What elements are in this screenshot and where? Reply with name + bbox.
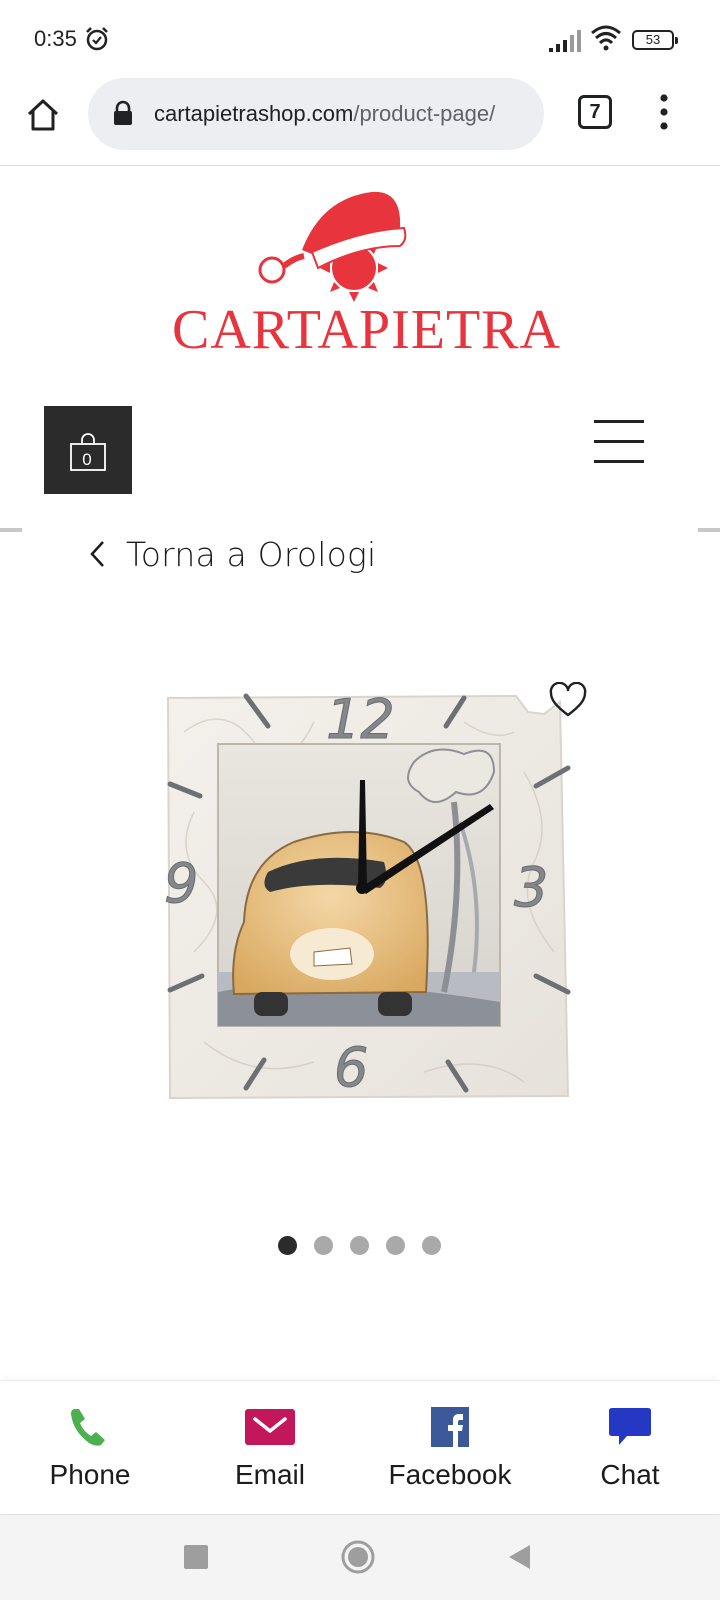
menu-line <box>594 460 644 463</box>
gallery-dot[interactable] <box>350 1236 369 1255</box>
chevron-left-icon <box>90 541 104 567</box>
gallery-dot[interactable] <box>314 1236 333 1255</box>
url-path: /product-page/ <box>353 101 496 126</box>
gallery-dot[interactable] <box>278 1236 297 1255</box>
status-bar: 0:35 53 <box>0 0 720 78</box>
back-link-label: Torna a Orologi <box>126 534 377 574</box>
url-domain: cartapietrashop.com <box>154 101 354 126</box>
menu-line <box>594 440 644 443</box>
signal-icon <box>549 30 581 52</box>
battery-icon: 53 <box>632 30 678 50</box>
phone-icon <box>71 1409 105 1446</box>
email-icon <box>245 1409 295 1445</box>
chat-icon <box>609 1408 651 1445</box>
chat-action[interactable]: Chat <box>540 1405 720 1505</box>
clock-numeral-3: 3 <box>514 856 548 919</box>
facebook-icon <box>431 1407 469 1447</box>
gallery-dot[interactable] <box>422 1236 441 1255</box>
wifi-icon <box>591 25 621 51</box>
status-time: 0:35 <box>34 26 77 51</box>
contact-action-bar: Phone Email Facebook Chat <box>0 1380 720 1512</box>
chat-label: Chat <box>600 1459 660 1490</box>
tab-switcher-button[interactable]: 7 <box>578 95 612 129</box>
facebook-label: Facebook <box>388 1459 512 1490</box>
santa-hat-logo <box>258 191 407 302</box>
home-icon <box>27 99 59 131</box>
clock-numeral-6: 6 <box>334 1036 368 1099</box>
cart-count: 0 <box>82 450 92 469</box>
cart-button[interactable]: 0 <box>44 406 132 494</box>
menu-line <box>594 420 644 423</box>
system-navigation-bar <box>0 1514 720 1600</box>
phone-action[interactable]: Phone <box>0 1405 180 1505</box>
url-text: cartapietrashop.com/product-page/ <box>154 100 540 128</box>
heart-icon[interactable] <box>548 682 588 718</box>
clock-numeral-12: 12 <box>326 692 395 751</box>
hamburger-menu-icon[interactable] <box>594 420 646 468</box>
site-header: CARTAPIETRA 0 <box>0 166 720 526</box>
gallery-pagination <box>278 1236 448 1258</box>
more-vert-icon[interactable] <box>654 92 674 132</box>
phone-label: Phone <box>49 1459 131 1490</box>
back-triangle-icon[interactable] <box>506 1543 532 1571</box>
alarm-icon <box>86 27 108 51</box>
address-bar[interactable]: cartapietrashop.com/product-page/ <box>88 78 544 150</box>
back-to-category-link[interactable]: Torna a Orologi <box>88 530 376 578</box>
home-button[interactable] <box>22 94 64 136</box>
lock-icon <box>114 100 132 125</box>
clock-product-image[interactable]: 12 3 6 9 <box>164 692 574 1102</box>
facebook-action[interactable]: Facebook <box>360 1405 540 1505</box>
clock-numeral-9: 9 <box>164 852 198 915</box>
logo-text: CARTAPIETRA <box>172 299 561 361</box>
email-action[interactable]: Email <box>180 1405 360 1505</box>
site-logo[interactable]: CARTAPIETRA <box>172 188 561 368</box>
browser-toolbar: cartapietrashop.com/product-page/ 7 <box>0 78 720 166</box>
email-label: Email <box>234 1459 305 1490</box>
gallery-dot[interactable] <box>386 1236 405 1255</box>
home-circle-icon[interactable] <box>340 1539 376 1575</box>
recent-apps-icon[interactable] <box>184 1545 208 1569</box>
